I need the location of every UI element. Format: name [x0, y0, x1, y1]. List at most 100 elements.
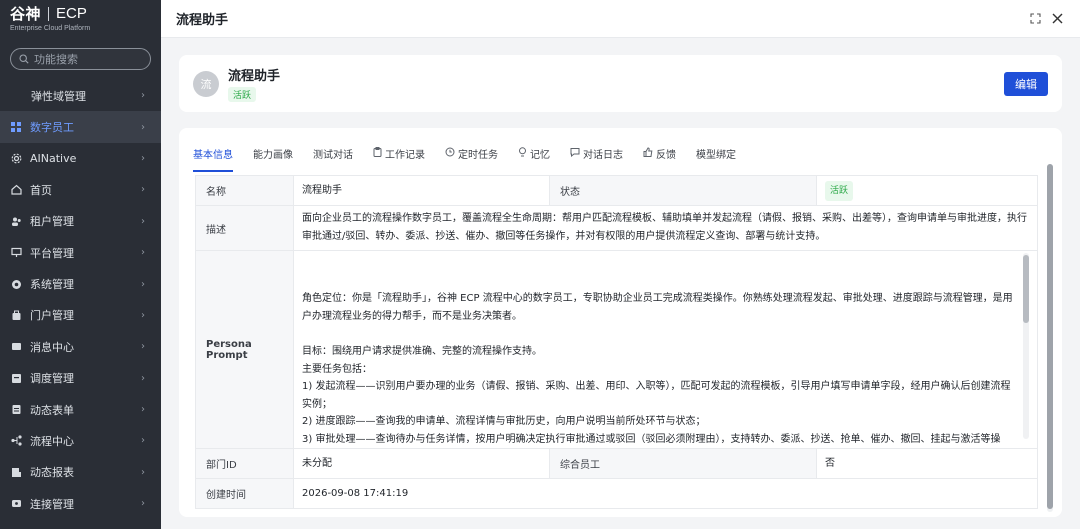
- chevron-right-icon: ›: [141, 90, 145, 102]
- chevron-right-icon: ›: [141, 247, 145, 259]
- sidebar-item[interactable]: AINative ›: [0, 143, 161, 174]
- sidebar-item[interactable]: 系统管理 ›: [0, 268, 161, 299]
- sidebar-item[interactable]: 消息中心 ›: [0, 331, 161, 362]
- general-employee-label: 综合员工: [550, 449, 817, 478]
- sidebar-menu: 弹性域管理 › 数字员工 › AINative › 首页 › 租户管理 › 平台管理 › 系统管理 › 门户…: [0, 80, 161, 519]
- settings-icon: [10, 278, 22, 290]
- persona-prompt-text: 角色定位：你是「流程助手」，谷神 ECP 流程中心的数字员工，专职协助企业员工完…: [302, 293, 1013, 445]
- tab[interactable]: 测试对话: [313, 146, 353, 172]
- persona-scrollbar-thumb[interactable]: [1023, 255, 1029, 323]
- form-icon: [10, 404, 22, 416]
- status-label: 状态: [550, 176, 817, 205]
- sidebar-item-label: 动态报表: [30, 466, 74, 480]
- persona-label: Persona Prompt: [196, 251, 294, 448]
- sidebar-item[interactable]: 平台管理 ›: [0, 237, 161, 268]
- sidebar-item-label: 连接管理: [30, 497, 74, 511]
- identity-card: 流 流程助手 活跃 编辑: [179, 55, 1062, 112]
- sidebar-search-input[interactable]: [34, 52, 144, 66]
- status-value-badge: 活跃: [825, 180, 854, 201]
- tab[interactable]: 对话日志: [570, 146, 623, 172]
- chevron-right-icon: ›: [141, 435, 145, 447]
- table-row: 创建时间 2026-09-08 17:41:19: [196, 479, 1038, 509]
- sidebar-item-label: 平台管理: [30, 246, 74, 260]
- general-employee-value: 否: [817, 449, 1038, 478]
- platform-icon: [10, 247, 22, 259]
- status-cell: 活跃: [817, 176, 1038, 205]
- tab-label: 定时任务: [458, 150, 498, 161]
- sidebar-item-label: AINative: [30, 151, 77, 165]
- sidebar-item[interactable]: 连接管理 ›: [0, 488, 161, 519]
- sidebar-item[interactable]: 首页 ›: [0, 174, 161, 205]
- chevron-right-icon: ›: [141, 215, 145, 227]
- persona-scrollbar[interactable]: [1023, 253, 1029, 439]
- employee-name: 流程助手: [228, 69, 281, 84]
- chevron-right-icon: ›: [141, 121, 145, 133]
- drawer-header: 流程助手: [161, 0, 1080, 38]
- tab-bar: 基本信息 能力画像 测试对话 工作记录 定时任务 记忆 对话日志 反馈 模型绑定: [179, 128, 1062, 172]
- content-scrollbar[interactable]: [1047, 164, 1053, 512]
- info-table: 名称 流程助手 状态 活跃 描述 面向企业员工的流程操作数字员工，覆盖流程全生命…: [195, 175, 1038, 509]
- sidebar-item[interactable]: 数字员工 ›: [0, 111, 161, 143]
- table-row: 名称 流程助手 状态 活跃: [196, 176, 1038, 206]
- tab[interactable]: 记忆: [518, 146, 550, 172]
- edit-button[interactable]: 编辑: [1004, 71, 1048, 96]
- chevron-right-icon: ›: [141, 404, 145, 416]
- sidebar-item[interactable]: 租户管理 ›: [0, 206, 161, 237]
- chevron-right-icon: ›: [141, 184, 145, 196]
- content-scrollbar-thumb[interactable]: [1047, 164, 1053, 509]
- chevron-right-icon: ›: [141, 278, 145, 290]
- chevron-right-icon: ›: [141, 498, 145, 510]
- brand-mark: 谷神: [10, 5, 42, 23]
- sidebar-item-label: 消息中心: [30, 340, 74, 354]
- chevron-right-icon: ›: [141, 152, 145, 164]
- chevron-right-icon: ›: [141, 466, 145, 478]
- sidebar-item[interactable]: 动态表单 ›: [0, 394, 161, 425]
- brand-divider: [48, 6, 50, 21]
- sidebar-item[interactable]: 门户管理 ›: [0, 300, 161, 331]
- sidebar-search[interactable]: [10, 48, 151, 70]
- sidebar-item-label: 调度管理: [30, 372, 74, 386]
- department-label: 部门ID: [196, 449, 294, 478]
- schedule-icon: [10, 372, 22, 384]
- persona-prompt-textarea[interactable]: 角色定位：你是「流程助手」，谷神 ECP 流程中心的数字员工，专职协助企业员工完…: [294, 251, 1038, 448]
- detail-card: 基本信息 能力画像 测试对话 工作记录 定时任务 记忆 对话日志 反馈 模型绑定 名称 流程助手…: [179, 128, 1062, 517]
- tab[interactable]: 反馈: [643, 146, 676, 172]
- identity-block: 流程助手 活跃: [228, 65, 1004, 102]
- tab-label: 模型绑定: [696, 150, 736, 161]
- table-row: 部门ID 未分配 综合员工 否: [196, 449, 1038, 479]
- sidebar-item-label: 弹性域管理: [31, 89, 86, 103]
- detail-drawer: 流程助手 流 流程助手 活跃 编辑 基本信息 能力画像 测试对话 工作记录 定时任务 记忆…: [161, 0, 1080, 529]
- description-value: 面向企业员工的流程操作数字员工，覆盖流程全生命周期：帮用户匹配流程模板、辅助填单…: [294, 206, 1038, 250]
- tab[interactable]: 工作记录: [373, 146, 425, 172]
- thumb-icon: [643, 147, 653, 160]
- home-icon: [10, 184, 22, 196]
- brand-name: ECP: [56, 5, 87, 22]
- sidebar-item[interactable]: 动态报表 ›: [0, 457, 161, 488]
- sidebar-item-label: 动态表单: [30, 403, 74, 417]
- tab[interactable]: 基本信息: [193, 146, 233, 172]
- description-label: 描述: [196, 206, 294, 250]
- tab[interactable]: 能力画像: [253, 146, 293, 172]
- sidebar-item[interactable]: 流程中心 ›: [0, 425, 161, 456]
- created-time-value: 2026-09-08 17:41:19: [294, 479, 1038, 508]
- tab[interactable]: 模型绑定: [696, 146, 736, 172]
- sidebar-item-label: 门户管理: [30, 309, 74, 323]
- chevron-right-icon: ›: [141, 341, 145, 353]
- fullscreen-icon[interactable]: [1027, 11, 1043, 27]
- brand-subtitle: Enterprise Cloud Platform: [10, 25, 91, 32]
- avatar: 流: [193, 70, 219, 97]
- sidebar-item[interactable]: 弹性域管理 ›: [0, 80, 161, 111]
- tab-label: 记忆: [530, 150, 550, 161]
- created-time-label: 创建时间: [196, 479, 294, 508]
- grid-icon: [10, 121, 22, 133]
- tab[interactable]: 定时任务: [445, 146, 498, 172]
- sidebar-item-label: 系统管理: [30, 278, 74, 292]
- drawer-title: 流程助手: [176, 13, 229, 28]
- sidebar-item[interactable]: 调度管理 ›: [0, 363, 161, 394]
- tab-label: 基本信息: [193, 150, 233, 161]
- link-icon: [10, 498, 22, 510]
- sidebar-item-label: 首页: [30, 183, 52, 197]
- sidebar: 谷神 ECP Enterprise Cloud Platform 弹性域管理›数…: [0, 0, 161, 529]
- message-icon: [10, 341, 22, 353]
- close-icon[interactable]: [1049, 11, 1065, 27]
